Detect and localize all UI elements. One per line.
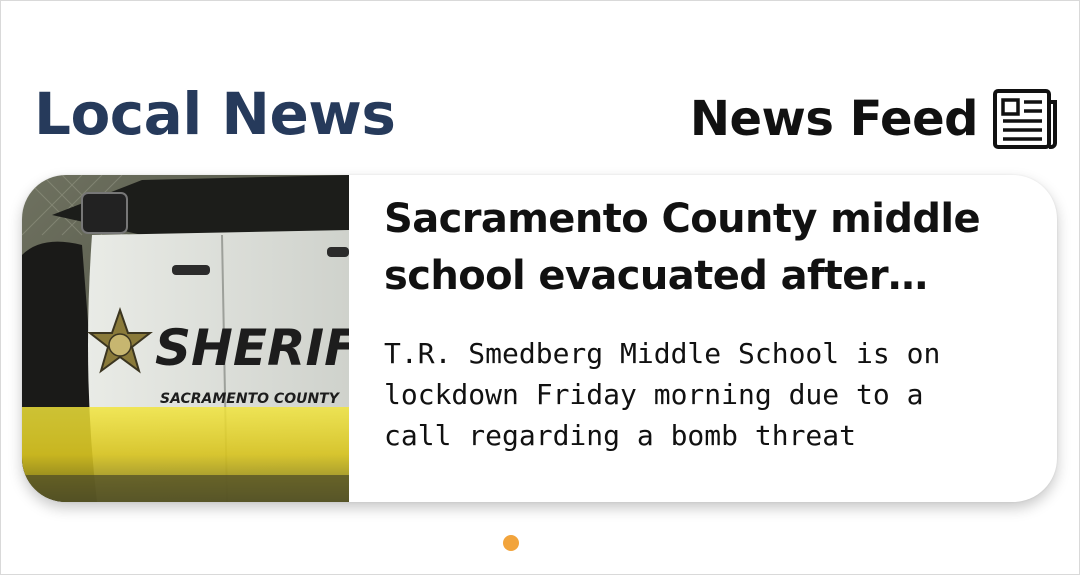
- pager-dot[interactable]: [503, 535, 519, 551]
- sacramento-county-decal: SACRAMENTO COUNTY: [160, 391, 341, 407]
- news-summary: T.R. Smedberg Middle School is on lockdo…: [384, 337, 941, 452]
- news-headline[interactable]: Sacramento County middle school evacuate…: [384, 191, 1024, 305]
- news-card-image: SHERIFF SACRAMENTO COUNTY: [22, 175, 349, 502]
- sheriff-car-photo: SHERIFF SACRAMENTO COUNTY: [22, 175, 349, 502]
- carousel-pager: [503, 535, 519, 551]
- newspaper-icon: [993, 89, 1057, 149]
- news-card[interactable]: SHERIFF SACRAMENTO COUNTY Sacramento Cou…: [22, 175, 1057, 502]
- news-feed-link[interactable]: News Feed: [690, 88, 1058, 150]
- section-title: Local News: [34, 80, 396, 148]
- sheriff-decal: SHERIFF: [155, 319, 349, 377]
- news-card-text: Sacramento County middle school evacuate…: [384, 191, 1024, 456]
- news-feed-label: News Feed: [689, 91, 979, 147]
